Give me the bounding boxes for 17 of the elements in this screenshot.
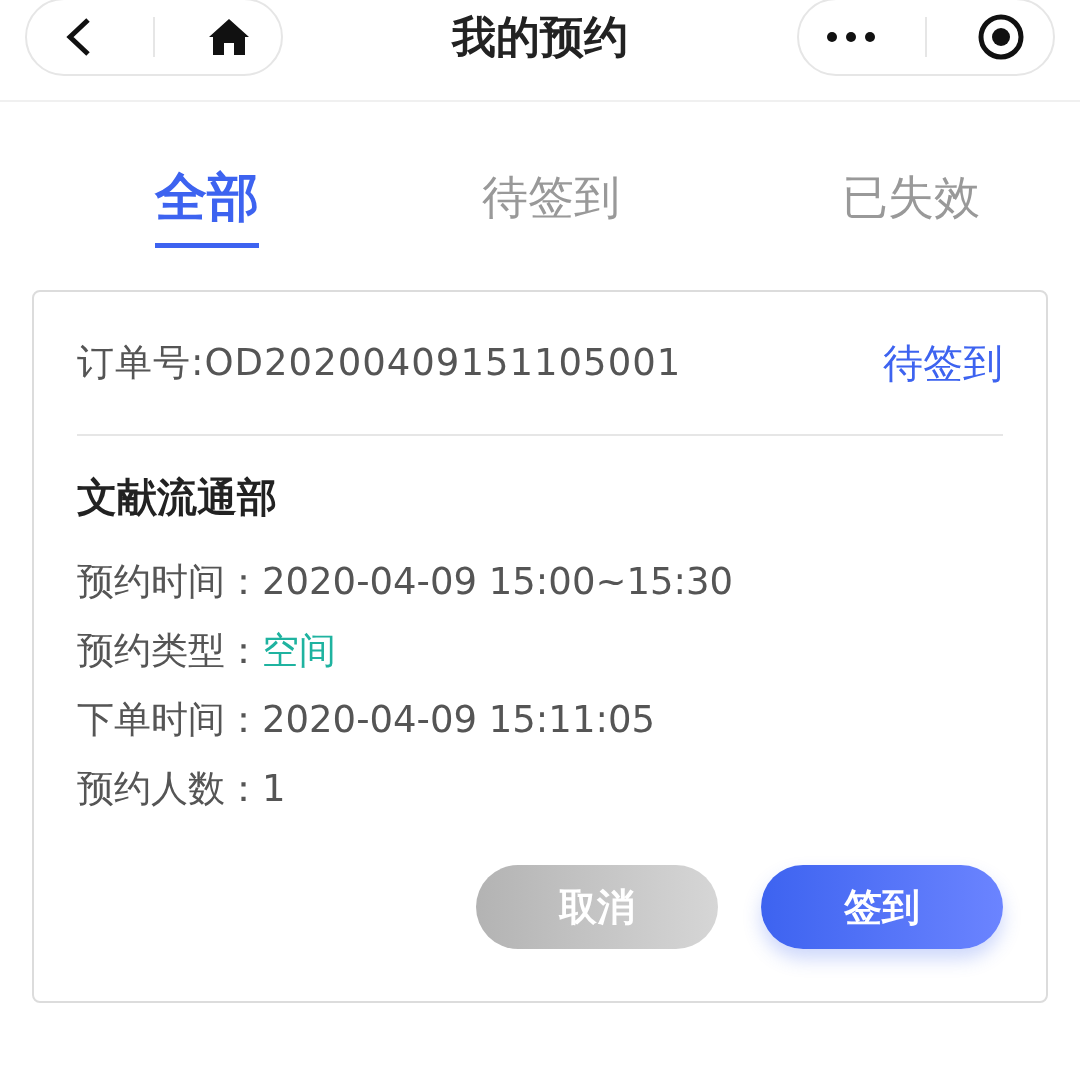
- department-name: 文献流通部: [77, 473, 278, 522]
- field-value: 1: [262, 766, 286, 812]
- order-status: 待签到: [883, 338, 1003, 388]
- tab[interactable]: 待签到: [481, 160, 620, 248]
- check-in-button[interactable]: 签到: [761, 865, 1003, 949]
- field-label: 预约类型：: [77, 628, 262, 674]
- field-label: 预约人数：: [77, 766, 262, 812]
- cancel-button[interactable]: 取消: [476, 865, 718, 949]
- field-value: 空间: [262, 628, 336, 674]
- field-value: 2020-04-09 15:11:05: [262, 697, 655, 743]
- order-number: 订单号:OD20200409151105001: [77, 340, 682, 386]
- field-label: 预约时间：: [77, 559, 262, 605]
- field-label: 下单时间：: [77, 697, 262, 743]
- tab[interactable]: 全部: [155, 160, 259, 248]
- field-value: 2020-04-09 15:00~15:30: [262, 559, 734, 605]
- page-title: 我的预约: [452, 11, 628, 62]
- tab[interactable]: 已失效: [842, 160, 980, 248]
